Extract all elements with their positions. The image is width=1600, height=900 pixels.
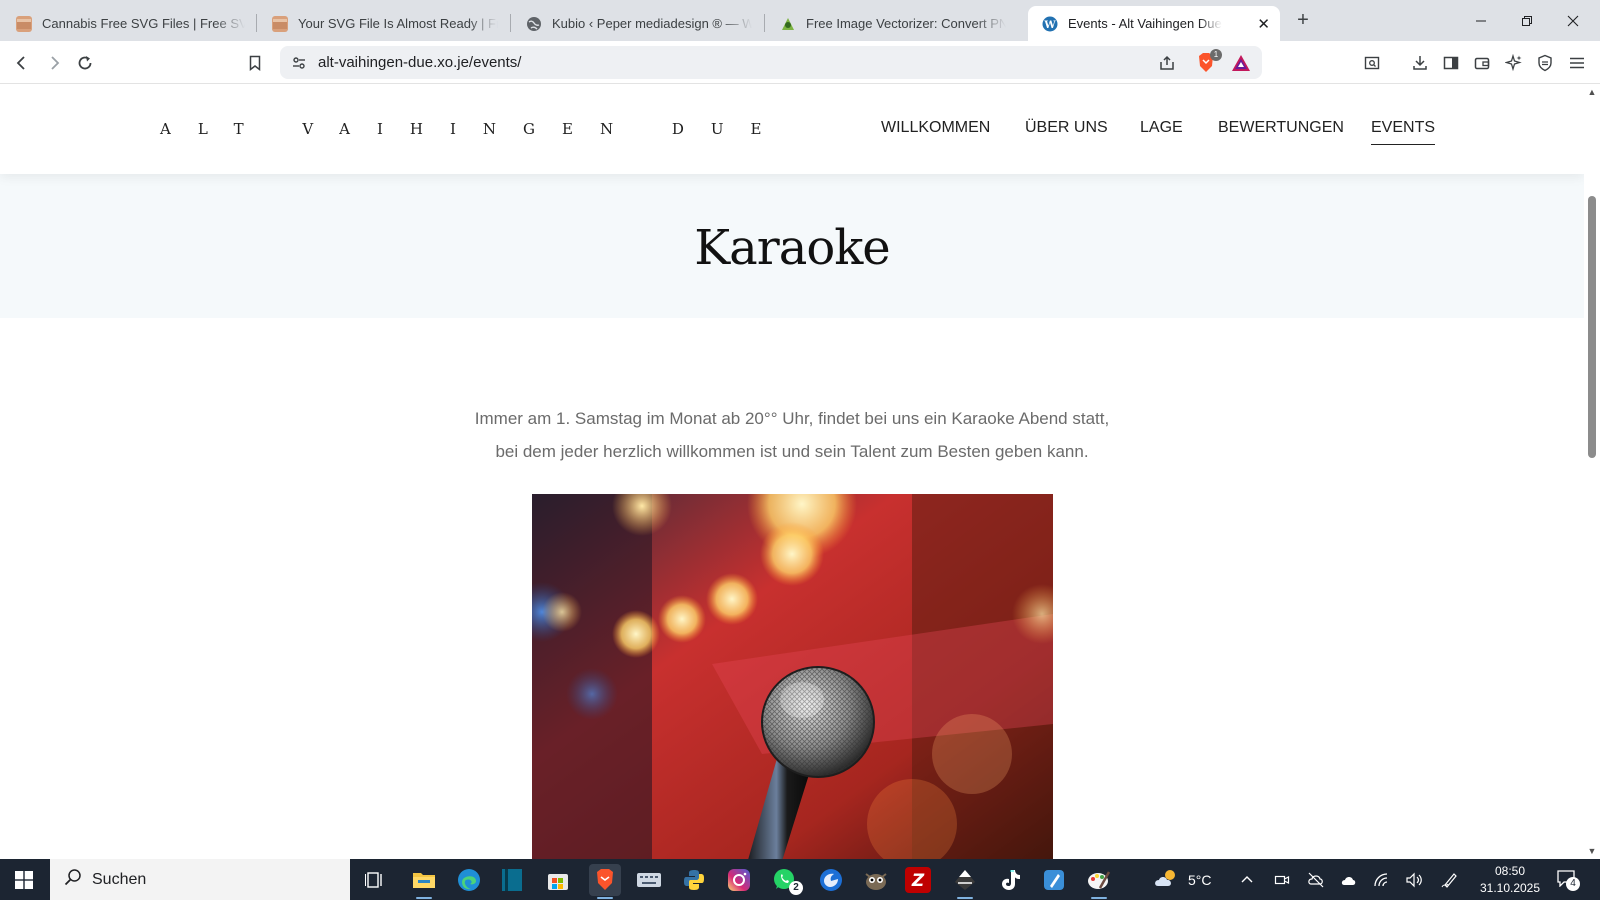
nav-lage[interactable]: LAGE [1140,119,1183,145]
svg-site-favicon-icon [16,15,32,32]
paint-app-icon[interactable] [1083,864,1115,899]
page-hero: Karaoke [0,174,1584,318]
tab-title: Your SVG File Is Almost Ready | Free S [298,16,498,31]
reload-icon[interactable] [71,49,99,77]
tiktok-icon[interactable] [994,864,1026,896]
microsoft-store-icon[interactable] [542,864,574,896]
browser-tab-strip: Cannabis Free SVG Files | Free SVG D You… [0,0,1600,41]
url-text: alt-vaihingen-due.xo.je/events/ [318,54,522,71]
browser-tab[interactable]: Your SVG File Is Almost Ready | Free S [258,6,508,41]
nav-bewertungen[interactable]: BEWERTUNGEN [1218,119,1344,145]
nav-events[interactable]: EVENTS [1371,119,1436,145]
browser-tab[interactable]: Cannabis Free SVG Files | Free SVG D [2,6,255,41]
restore-icon[interactable] [1504,0,1550,41]
vectorizer-favicon-icon [780,16,796,32]
forward-icon[interactable] [40,49,68,77]
weather-widget[interactable]: 5°C [1152,859,1212,900]
tab-title: Cannabis Free SVG Files | Free SVG D [42,16,245,31]
task-view-icon[interactable] [359,864,391,896]
show-hidden-icons-icon[interactable] [1240,859,1254,900]
wallet-icon[interactable] [1468,49,1496,77]
close-tab-icon[interactable]: ✕ [1249,15,1270,33]
scroll-up-icon[interactable]: ▲ [1587,87,1597,97]
inkscape-icon[interactable] [949,864,981,899]
instagram-icon[interactable] [723,864,755,896]
nav-ueber-uns[interactable]: ÜBER UNS [1025,119,1108,145]
gimp-icon[interactable] [860,864,892,896]
tab-title: Free Image Vectorizer: Convert PNG t [806,16,1006,31]
scrollbar-thumb[interactable] [1588,196,1596,458]
edge-browser-icon[interactable] [453,864,485,896]
file-explorer-icon[interactable] [408,864,440,899]
browser-tab-active[interactable]: W Events - Alt Vaihingen Due ✕ [1028,6,1280,41]
notification-count-badge: 4 [1566,877,1580,891]
filezilla-icon[interactable]: Z [905,867,931,893]
notification-center-icon[interactable]: 4 [1556,869,1580,891]
browser-toolbar: alt-vaihingen-due.xo.je/events/ 1 [0,41,1600,84]
download-icon[interactable] [1406,49,1434,77]
svg-site-favicon-icon [272,15,288,32]
whatsapp-icon[interactable]: 2 [769,864,803,896]
karaoke-microphone-photo [532,494,1053,859]
browser-tab[interactable]: Free Image Vectorizer: Convert PNG t [766,6,1016,41]
leo-ai-icon[interactable] [1500,49,1528,77]
menu-icon[interactable] [1563,49,1591,77]
taskbar-clock[interactable]: 08:50 31.10.2025 [1470,863,1550,897]
nav-willkommen[interactable]: WILLKOMMEN [881,119,990,145]
search-placeholder: Suchen [92,870,147,888]
page-scrollbar[interactable]: ▲ ▼ [1584,84,1600,859]
share-icon[interactable] [1158,54,1176,77]
site-logo[interactable]: ALT VAIHINGEN DUE [160,120,789,138]
brave-browser-icon[interactable] [589,864,621,899]
address-bar[interactable]: alt-vaihingen-due.xo.je/events/ 1 [280,46,1262,79]
bookmark-icon[interactable] [241,49,269,77]
pen-app-icon[interactable] [1038,864,1070,896]
site-header: ALT VAIHINGEN DUE WILLKOMMEN ÜBER UNS LA… [0,84,1584,174]
search-icon [64,868,82,891]
sync-off-icon[interactable] [1307,859,1325,900]
thunderbird-icon[interactable] [815,864,847,896]
pen-menu-icon[interactable] [1441,859,1459,900]
svg-text:W: W [1043,20,1056,31]
back-icon[interactable] [8,49,36,77]
reader-mode-icon[interactable] [1358,49,1386,77]
clock-time: 08:50 [1494,864,1526,878]
tab-title: Kubio ‹ Peper mediadesign ® — Wor [552,16,752,31]
wifi-icon[interactable] [1373,859,1391,900]
clock-date: 31.10.2025 [1479,881,1541,895]
windows-taskbar: Suchen 2 Z 5°C 08:50 31.10.2025 4 [0,859,1600,900]
shields-count-badge: 1 [1210,49,1222,61]
close-window-icon[interactable] [1550,0,1596,41]
brave-rewards-icon[interactable] [1231,54,1251,77]
svg-text:Z: Z [911,871,925,890]
wordpress-icon: W [1042,16,1058,32]
new-tab-button[interactable]: + [1292,8,1314,32]
weather-temperature: 5°C [1188,871,1212,888]
globe-icon [526,16,542,32]
minimize-icon[interactable] [1458,0,1504,41]
app-panel-icon[interactable] [496,864,528,896]
event-description: Immer am 1. Samstag im Monat ab 20°° Uhr… [400,402,1184,468]
page-title: Karaoke [694,220,890,276]
taskbar-search-box[interactable]: Suchen [50,859,350,900]
description-line: bei dem jeder herzlich willkommen ist un… [495,442,1089,461]
meet-now-icon[interactable] [1274,859,1290,900]
cloud-weather-icon [1152,867,1180,892]
keyboard-app-icon[interactable] [633,864,665,896]
onedrive-icon[interactable] [1340,859,1358,900]
scroll-down-icon[interactable]: ▼ [1587,846,1597,856]
tab-title: Events - Alt Vaihingen Due [1068,16,1222,31]
whatsapp-unread-badge: 2 [789,881,803,895]
sidebar-icon[interactable] [1437,49,1465,77]
browser-tab[interactable]: Kubio ‹ Peper mediadesign ® — Wor [512,6,762,41]
python-icon[interactable] [678,864,710,896]
description-line: Immer am 1. Samstag im Monat ab 20°° Uhr… [474,409,1110,428]
vpn-shield-icon[interactable] [1531,49,1559,77]
windows-start-icon[interactable] [0,859,48,900]
site-settings-icon[interactable] [291,55,307,76]
web-page: ALT VAIHINGEN DUE WILLKOMMEN ÜBER UNS LA… [0,84,1584,859]
volume-icon[interactable] [1405,859,1423,900]
